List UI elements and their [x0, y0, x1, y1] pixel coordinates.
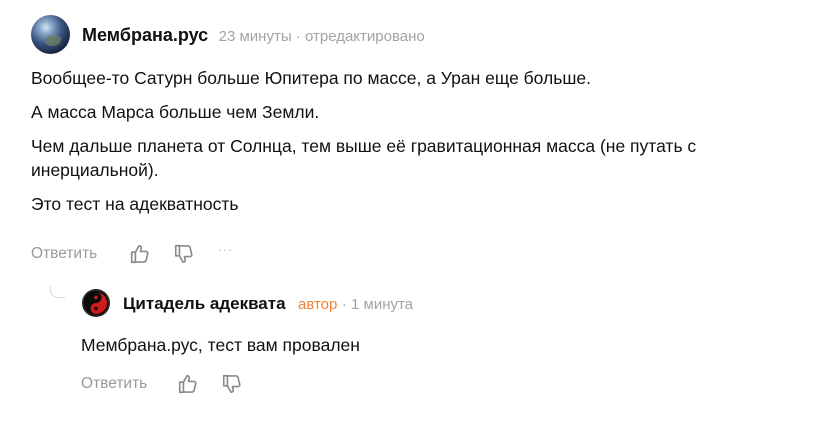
comment-paragraph: Вообщее-то Сатурн больше Юпитера по масс… — [31, 68, 591, 88]
more-dots-icon[interactable]: ··· — [217, 242, 232, 257]
reply-meta: · 1 минута — [342, 296, 413, 313]
comment-time: 23 минуты — [218, 28, 292, 45]
thumbs-up-icon[interactable] — [177, 373, 199, 395]
thread-connector — [50, 286, 65, 298]
thumbs-down-icon[interactable] — [221, 373, 243, 395]
reply-time: 1 минута — [351, 296, 414, 313]
comment-paragraph: Чем дальше планета от Солнца, тем выше е… — [31, 136, 697, 180]
comment-meta: 23 минуты · отредактировано — [219, 28, 425, 45]
comment-body: Вообщее-то Сатурн больше Юпитера по масс… — [31, 66, 791, 226]
reply-header: Цитадель адеквата автор · 1 минута — [123, 294, 413, 314]
reply-actions: Ответить — [81, 373, 243, 395]
comment-actions: Ответить ··· — [31, 242, 232, 265]
meta-separator: · — [341, 296, 347, 313]
thumbs-down-icon[interactable] — [173, 243, 195, 265]
author-name[interactable]: Мембрана.рус — [82, 25, 208, 45]
reply-body: Мембрана.рус, тест вам провален — [81, 335, 360, 355]
comment-paragraph: Это тест на адекватность — [31, 194, 239, 214]
avatar[interactable] — [31, 15, 70, 54]
thumbs-up-icon[interactable] — [129, 243, 151, 265]
reply-button[interactable]: Ответить — [31, 245, 97, 263]
author-name[interactable]: Цитадель адеквата — [123, 294, 286, 313]
reply-button[interactable]: Ответить — [81, 375, 147, 393]
meta-separator: · — [295, 28, 301, 45]
author-badge: автор — [298, 296, 338, 313]
comment-header: Мембрана.рус 23 минуты · отредактировано — [82, 25, 425, 46]
planet-land-shape — [45, 35, 61, 46]
avatar[interactable] — [82, 289, 110, 317]
edited-label: отредактировано — [304, 28, 425, 45]
comment-paragraph: А масса Марса больше чем Земли. — [31, 102, 320, 122]
